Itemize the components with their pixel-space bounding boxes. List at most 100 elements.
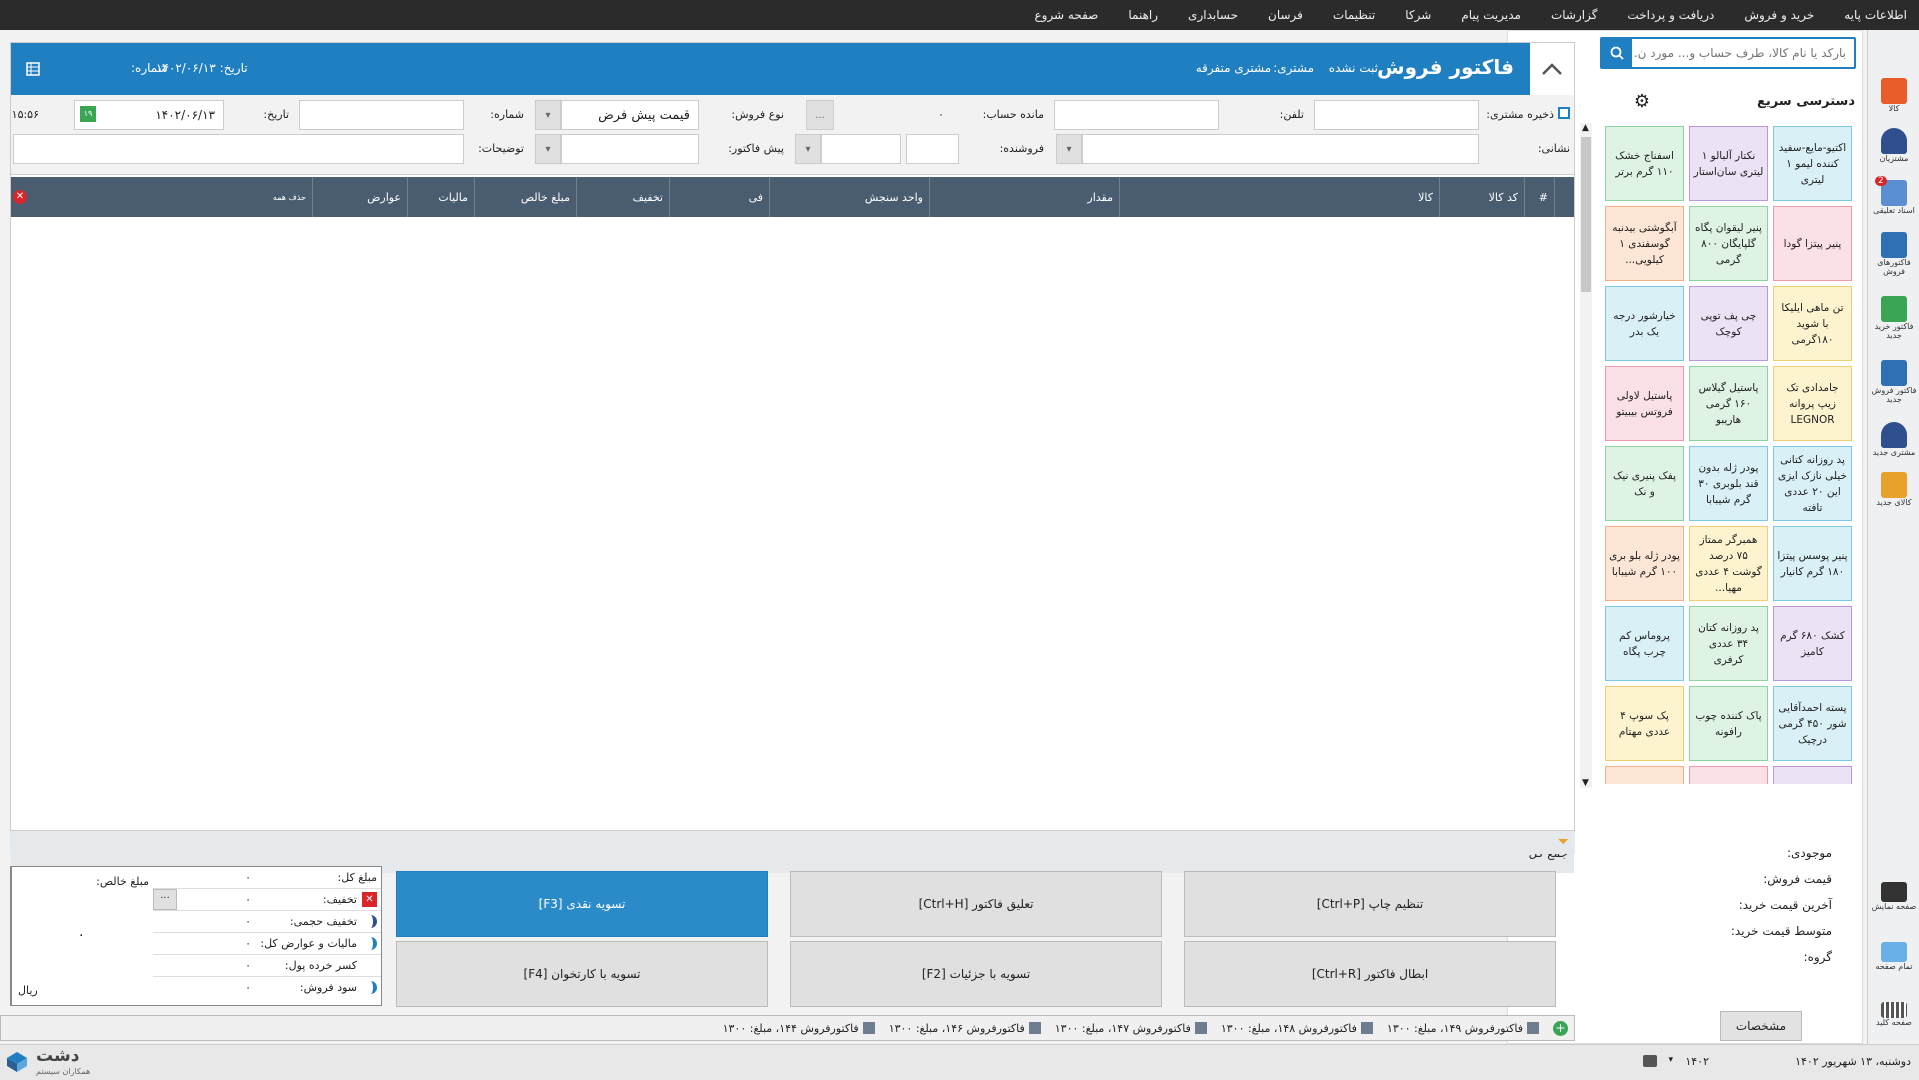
volume-discount-toggle-icon[interactable] — [364, 915, 377, 928]
calendar-icon[interactable]: ۱۹ — [80, 106, 96, 122]
quick-tile[interactable]: پد روزانه کتان ۳۴ عددی کرفری — [1689, 606, 1768, 681]
notes-chevron-down-icon[interactable]: ▾ — [535, 134, 561, 164]
quick-tile[interactable]: چی پف توپی کوچک — [1689, 286, 1768, 361]
address-field[interactable] — [1082, 134, 1479, 164]
notes-field[interactable] — [13, 134, 464, 164]
menu-item-messages[interactable]: مدیریت پیام — [1461, 8, 1521, 22]
recent-invoice-item[interactable]: فاکتورفروش ۱۴۷، مبلغ: ۱۳۰۰ — [1055, 1022, 1207, 1035]
quick-tile[interactable]: پنیر لیقوان پگاه گلپایگان ۸۰۰ گرمی — [1689, 206, 1768, 281]
quick-tile[interactable]: پاستیل لاولی فروتس بیبیتو — [1605, 366, 1684, 441]
menu-item-accounting[interactable]: حسابداری — [1188, 8, 1238, 22]
card-settle-button[interactable]: تسویه با کارتخوان [F4] — [396, 941, 768, 1007]
specs-button[interactable]: مشخصات — [1720, 1011, 1802, 1041]
search-input[interactable] — [1634, 39, 1854, 67]
quick-tile[interactable]: پنیر سسی — [1689, 766, 1768, 784]
pending-count-badge: 2 — [1875, 176, 1887, 186]
menu-item-buy-sell[interactable]: خرید و فروش — [1744, 8, 1814, 22]
scroll-up-icon[interactable]: ▲ — [1582, 123, 1589, 133]
new-purchase-invoice-shortcut[interactable]: فاکتور خرید جدید — [1868, 296, 1919, 340]
quick-tile[interactable]: جامدادی تک زیپ پروانه LEGNOR — [1773, 366, 1852, 441]
seller-field[interactable] — [906, 134, 959, 164]
tiles-scrollbar[interactable]: ▲ ▼ — [1580, 123, 1592, 788]
customer-field[interactable] — [1314, 100, 1479, 130]
quick-tile[interactable]: پک سوپ ۴ عددی مهتام — [1605, 686, 1684, 761]
customers-shortcut[interactable]: مشتریان — [1868, 128, 1919, 163]
date-field[interactable]: ۱۴۰۲/۰۶/۱۳ — [74, 100, 224, 130]
clear-discount-icon[interactable]: ✕ — [362, 892, 377, 907]
quick-tile[interactable]: پاک کننده چوب رافونه — [1689, 686, 1768, 761]
profit-toggle-icon[interactable] — [364, 981, 377, 994]
recent-invoice-item[interactable]: فاکتورفروش ۱۴۸، مبلغ: ۱۳۰۰ — [1221, 1022, 1373, 1035]
seller-name-field[interactable] — [821, 134, 901, 164]
items-grid-body[interactable] — [11, 217, 1574, 833]
menu-item-receive-pay[interactable]: دریافت و پرداخت — [1627, 8, 1714, 22]
goods-shortcut[interactable]: کالا — [1868, 78, 1919, 113]
quick-tile[interactable]: همبرگر ممتاز ۷۵ درصد گوشت ۴ عددی مهیا... — [1689, 526, 1768, 601]
quick-tile[interactable]: اکتیو-مایع-سفید کننده لیمو ۱ لیتری — [1773, 126, 1852, 201]
menu-item-settings[interactable]: تنظیمات — [1333, 8, 1375, 22]
footer-year[interactable]: ۱۴۰۲ — [1685, 1055, 1709, 1068]
quick-tile[interactable]: تن ماهی ایلیکا با شوید ۱۸۰گرمی — [1773, 286, 1852, 361]
quick-tile[interactable]: پنیر پوسس پیتزا ۱۸۰ گرم کانیار — [1773, 526, 1852, 601]
settle-details-button[interactable]: تسویه با جزئیات [F2] — [790, 941, 1162, 1007]
quick-tile[interactable]: پروماس کم چرب پگاه — [1605, 606, 1684, 681]
recent-invoice-item[interactable]: فاکتورفروش ۱۴۴، مبلغ: ۱۳۰۰ — [723, 1022, 875, 1035]
delete-all-icon[interactable]: ✕ — [13, 190, 27, 204]
cash-settle-button[interactable]: تسویه نقدی [F3] — [396, 871, 768, 937]
pre-invoice-field[interactable] — [561, 134, 699, 164]
quick-tile[interactable]: آبگوشتی بیدنبه گوسفندی ۱ کیلویی... — [1605, 206, 1684, 281]
tax-toggle-icon[interactable] — [364, 937, 377, 950]
menu-item-reports[interactable]: گزارشات — [1551, 8, 1597, 22]
discount-more-button[interactable]: ... — [153, 889, 177, 910]
menu-item-basic-info[interactable]: اطلاعات پایه — [1844, 8, 1907, 22]
quick-tile[interactable]: کشک ۶۸۰ گرم کامیز — [1773, 606, 1852, 681]
quick-tile[interactable]: پنیر پیتزا گودا — [1773, 206, 1852, 281]
quick-tile[interactable]: نکتار آلبالو ۱ لیتری سان‌استار — [1689, 126, 1768, 201]
recent-invoice-item[interactable]: فاکتورفروش ۱۴۶، مبلغ: ۱۳۰۰ — [889, 1022, 1041, 1035]
quick-tile[interactable]: پودر ژله بدون قند بلوبری ۳۰ گرم شیبابا — [1689, 446, 1768, 521]
quick-tile[interactable] — [1773, 766, 1852, 784]
keyboard-shortcut[interactable]: صفحه کلید — [1868, 1002, 1919, 1027]
filter-icon[interactable]: ⏷ — [1553, 835, 1569, 849]
menu-item-start-page[interactable]: صفحه شروع — [1034, 8, 1098, 22]
quick-tile[interactable]: اسفناج خشک ۱۱۰ گرم برتر — [1605, 126, 1684, 201]
new-customer-shortcut[interactable]: مشتری جدید — [1868, 422, 1919, 457]
sales-invoices-shortcut[interactable]: فاکتورهای فروش — [1868, 232, 1919, 276]
phone-field[interactable] — [1054, 100, 1219, 130]
number-field[interactable] — [299, 100, 464, 130]
display-shortcut[interactable]: صفحه نمایش — [1868, 882, 1919, 911]
suspend-invoice-button[interactable]: تعلیق فاکتور [Ctrl+H] — [790, 871, 1162, 937]
pre-invoice-chevron-down-icon[interactable]: ▾ — [795, 134, 821, 164]
more-button[interactable]: ... — [806, 100, 834, 130]
menu-item-farsan[interactable]: فرسان — [1268, 8, 1303, 22]
menu-item-partners[interactable]: شرکا — [1405, 8, 1431, 22]
menu-item-help[interactable]: راهنما — [1128, 8, 1158, 22]
quick-tile[interactable]: خیارشور درجه یک بدر — [1605, 286, 1684, 361]
gear-icon[interactable]: ⚙ — [1632, 93, 1652, 113]
quick-tile[interactable]: پفک پنیری نیک و نک — [1605, 446, 1684, 521]
new-goods-shortcut[interactable]: کالای جدید — [1868, 472, 1919, 507]
menu-grid-icon[interactable] — [11, 43, 55, 95]
recent-invoice-item[interactable]: فاکتورفروش ۱۴۹، مبلغ: ۱۳۰۰ — [1387, 1022, 1539, 1035]
quick-tile[interactable]: پد روزانه کتانی خیلی نازک ایزی این ۲۰ عد… — [1773, 446, 1852, 521]
void-invoice-button[interactable]: ابطال فاکتور [Ctrl+R] — [1184, 941, 1556, 1007]
quick-tile[interactable]: پودر ژله بلو بری ۱۰۰ گرم شیبابا — [1605, 526, 1684, 601]
save-customer-checkbox[interactable] — [1558, 107, 1570, 119]
new-sales-invoice-shortcut[interactable]: فاکتور فروش جدید — [1868, 360, 1919, 404]
collapse-chevron-icon[interactable] — [1530, 43, 1574, 95]
fullscreen-shortcut[interactable]: تمام صفحه — [1868, 942, 1919, 971]
search-icon[interactable] — [1602, 39, 1632, 67]
sale-type-chevron-down-icon[interactable]: ▾ — [535, 100, 561, 130]
year-chevron-down-icon[interactable]: ▾ — [1668, 1055, 1673, 1065]
seller-chevron-down-icon[interactable]: ▾ — [1056, 134, 1082, 164]
pending-docs-shortcut[interactable]: 2 اسناد تعلیقی — [1868, 176, 1919, 215]
calculator-icon[interactable] — [1643, 1055, 1657, 1067]
quick-tile[interactable]: پسته احمدآقایی شور ۴۵۰ گرمی درچیک — [1773, 686, 1852, 761]
add-icon[interactable]: + — [1553, 1020, 1568, 1036]
quick-tile[interactable]: پاستیل گیلاس ۱۶۰ گرمی هاریبو — [1689, 366, 1768, 441]
scroll-down-icon[interactable]: ▼ — [1582, 778, 1589, 788]
sale-type-select[interactable]: قیمت پیش فرض — [561, 100, 699, 130]
quick-tile[interactable] — [1605, 766, 1684, 784]
scrollbar-thumb[interactable] — [1581, 137, 1591, 292]
print-settings-button[interactable]: تنظیم چاپ [Ctrl+P] — [1184, 871, 1556, 937]
